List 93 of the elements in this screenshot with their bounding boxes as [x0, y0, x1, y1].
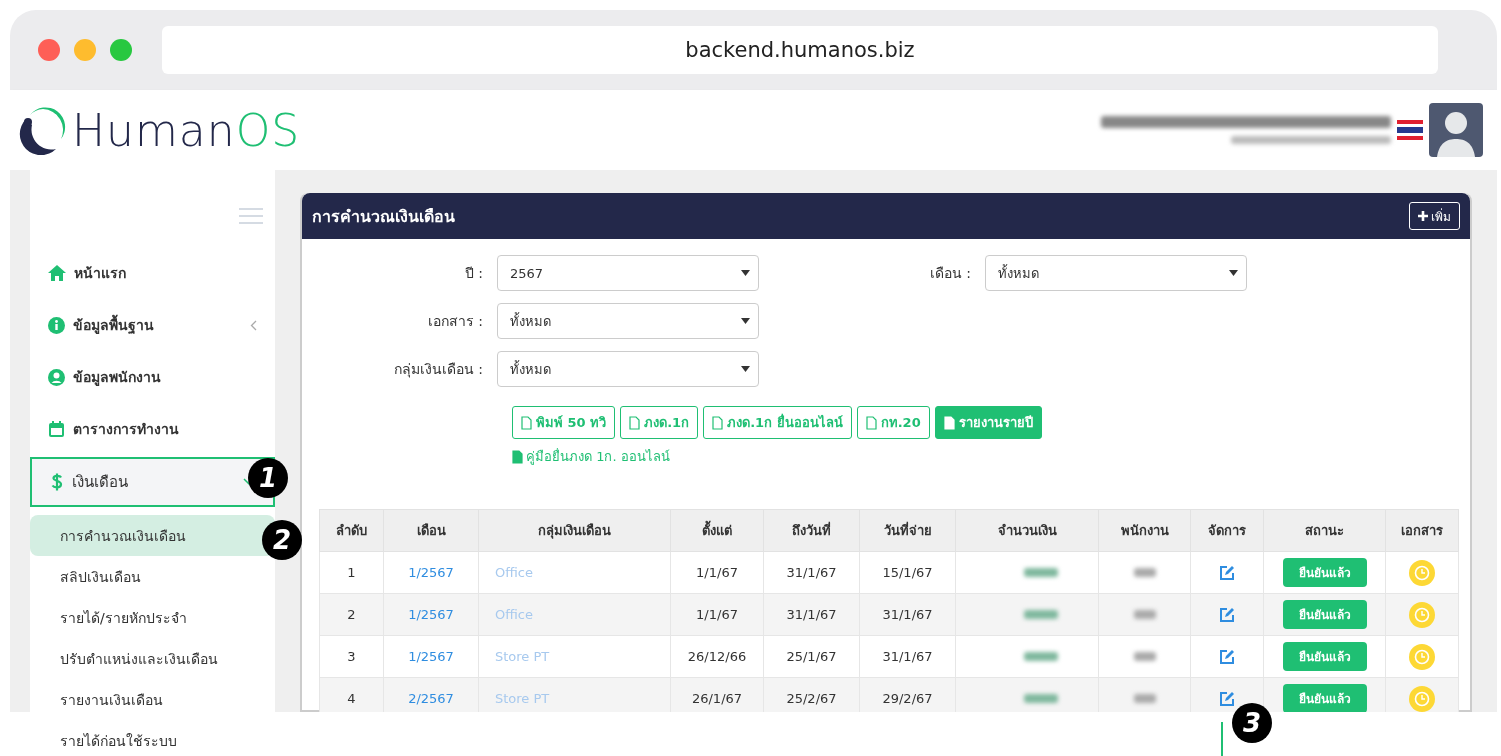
- column-header: จัดการ: [1190, 509, 1264, 552]
- table-cell: Office: [478, 593, 671, 636]
- flag-icon: [1397, 120, 1423, 140]
- submenu-item[interactable]: รายได้ก่อนใช้ระบบ: [30, 720, 275, 756]
- clock-icon[interactable]: [1409, 643, 1435, 670]
- table-cell: 31/1/67: [859, 635, 956, 678]
- column-header: จำนวนเงิน: [955, 509, 1099, 552]
- sidebar-item[interactable]: ตารางการทำงาน: [30, 403, 275, 455]
- redacted-count: [1133, 568, 1156, 577]
- sidebar-item[interactable]: หน้าแรก: [30, 247, 275, 299]
- minimize-dot[interactable]: [74, 39, 96, 61]
- table-cell: 2: [319, 593, 384, 636]
- dollar-icon: [50, 472, 64, 492]
- table-cell: 1/1/67: [670, 551, 764, 594]
- table-cell: 31/1/67: [763, 593, 860, 636]
- column-header: พนักงาน: [1098, 509, 1191, 552]
- select-field[interactable]: ทั้งหมด: [497, 351, 759, 387]
- document-icon: [521, 415, 532, 430]
- status-badge: ยืนยันแล้ว: [1282, 642, 1367, 671]
- menu-icon[interactable]: [239, 207, 263, 225]
- clock-icon[interactable]: [1409, 601, 1435, 628]
- column-header: ถึงวันที่: [763, 509, 860, 552]
- document-icon: [865, 415, 877, 430]
- filter-label: เอกสาร :: [426, 312, 484, 331]
- plus-icon: [1418, 211, 1428, 221]
- redacted-count: [1133, 694, 1156, 703]
- table-cell: 15/1/67: [859, 551, 956, 594]
- table-cell: 31/1/67: [859, 593, 956, 636]
- sidebar-item[interactable]: ข้อมูลพื้นฐาน: [30, 299, 275, 351]
- redacted-count: [1133, 610, 1156, 619]
- user-circle-icon: [48, 368, 65, 386]
- calendar-icon: [48, 420, 65, 438]
- table-cell: 26/12/66: [670, 635, 764, 678]
- table-cell: 31/1/67: [763, 551, 860, 594]
- sidebar-item[interactable]: ข้อมูลพนักงาน: [30, 351, 275, 403]
- select-field[interactable]: ทั้งหมด: [497, 303, 759, 339]
- redacted-amount: [1024, 652, 1058, 661]
- edit-icon[interactable]: [1219, 648, 1235, 665]
- redacted-amount: [1024, 568, 1058, 577]
- close-dot[interactable]: [38, 39, 60, 61]
- table-cell: 1: [319, 551, 384, 594]
- redacted-amount: [1024, 694, 1058, 703]
- submenu-item[interactable]: รายงานเงินเดือน: [30, 679, 275, 720]
- redacted-amount: [1024, 610, 1058, 619]
- avatar[interactable]: [1429, 103, 1483, 157]
- caret-icon: [1229, 270, 1238, 276]
- home-icon: [48, 265, 66, 281]
- table-cell: 3: [319, 635, 384, 678]
- edit-icon[interactable]: [1219, 606, 1235, 623]
- table-cell: 1/1/67: [670, 593, 764, 636]
- filter-label: เดือน :: [928, 264, 972, 283]
- edit-icon[interactable]: [1219, 564, 1235, 581]
- redacted-count: [1133, 652, 1156, 661]
- address-bar[interactable]: backend.humanos.biz: [162, 26, 1438, 74]
- column-header: กลุ่มเงินเดือน: [478, 509, 671, 552]
- panel-title: การคำนวณเงินเดือน: [312, 205, 455, 228]
- filter-label: กลุ่มเงินเดือน :: [392, 360, 484, 380]
- submenu-item[interactable]: ปรับตำแหน่งและเงินเดือน: [30, 638, 275, 679]
- column-header: เดือน: [383, 509, 479, 552]
- add-button[interactable]: เพิ่ม: [1409, 202, 1460, 230]
- caret-icon: [741, 366, 750, 372]
- month-link[interactable]: 1/2567: [408, 649, 454, 664]
- submenu-item[interactable]: รายได้/รายหักประจำ: [30, 597, 275, 638]
- table-cell: 25/1/67: [763, 635, 860, 678]
- edit-icon[interactable]: [1219, 690, 1235, 707]
- column-header: สถานะ: [1263, 509, 1386, 552]
- document-icon: [512, 449, 523, 464]
- logo-text: Human OS: [72, 104, 301, 156]
- select-field[interactable]: ทั้งหมด: [985, 255, 1247, 291]
- caret-icon: [741, 270, 750, 276]
- document-icon: [629, 415, 641, 430]
- filter-label: ปี :: [463, 264, 484, 283]
- clock-icon[interactable]: [1409, 685, 1435, 712]
- info-icon: [48, 316, 65, 334]
- maximize-dot[interactable]: [110, 39, 132, 61]
- table-cell: Office: [478, 551, 671, 594]
- column-header: วันที่จ่าย: [859, 509, 956, 552]
- status-badge: ยืนยันแล้ว: [1282, 558, 1367, 587]
- table-cell: 4: [319, 677, 384, 712]
- column-header: ลำดับ: [319, 509, 384, 552]
- status-badge: ยืนยันแล้ว: [1282, 684, 1367, 712]
- column-header: ตั้งแต่: [670, 509, 764, 552]
- status-badge: ยืนยันแล้ว: [1282, 600, 1367, 629]
- month-link[interactable]: 1/2567: [408, 565, 454, 580]
- leader-line: [1221, 722, 1223, 756]
- table-cell: Store PT: [478, 635, 671, 678]
- caret-icon: [741, 318, 750, 324]
- logo-icon: [18, 105, 68, 155]
- document-icon: [712, 415, 724, 430]
- document-icon: [943, 415, 955, 430]
- clock-icon[interactable]: [1409, 559, 1435, 586]
- select-field[interactable]: 2567: [497, 255, 759, 291]
- column-header: เอกสาร: [1385, 509, 1459, 552]
